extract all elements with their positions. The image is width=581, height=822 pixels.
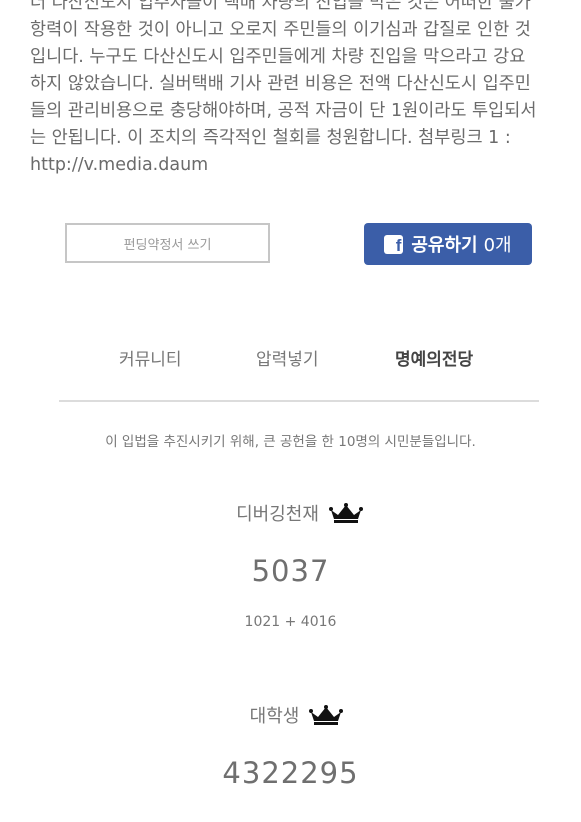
- petition-line: 들의 관리비용으로 충당해야하며, 공적 자금이 단 1원이라도 투입되서: [30, 101, 537, 121]
- entry-name-row: 대학생: [0, 702, 581, 728]
- facebook-share-button[interactable]: f 공유하기 0개: [364, 223, 532, 265]
- write-pledge-button[interactable]: 펀딩약정서 쓰기: [65, 223, 270, 263]
- entry-score: 5037: [251, 554, 330, 588]
- write-pledge-label: 펀딩약정서 쓰기: [123, 237, 212, 253]
- petition-line: 는 안됩니다. 이 조치의 즉각적인 철회를 청원합니다. 첨부링크 1 :: [30, 128, 511, 148]
- section-tabs: 커뮤니티 압력넣기 명예의전당: [59, 340, 539, 402]
- entry-name: 디버깅천재: [236, 504, 319, 525]
- tab-pressure[interactable]: 압력넣기: [256, 345, 319, 370]
- hall-of-fame-entry: 디버깅천재 5037 1021 + 4016: [0, 500, 581, 630]
- entry-name-row: 디버깅천재: [0, 500, 581, 526]
- petition-line: 하지 않았습니다. 실버택배 기사 관련 비용은 전액 다산신도시 입주민: [30, 74, 531, 94]
- petition-line: 더 다산신도시 입주자들이 택배 차량의 진입을 막은 것은 어떠한 불가: [30, 0, 531, 13]
- facebook-icon: f: [384, 234, 404, 254]
- petition-line: 항력이 작용한 것이 아니고 오로지 주민들의 이기심과 갑질로 인한 것: [30, 20, 531, 40]
- share-count: 0개: [483, 235, 512, 256]
- petition-link-line[interactable]: http://v.media.daum: [30, 152, 565, 179]
- crown-icon: [328, 503, 363, 523]
- entry-name: 대학생: [249, 706, 300, 727]
- tab-hall-of-fame[interactable]: 명예의전당: [395, 345, 473, 370]
- entry-score: 4322295: [222, 756, 359, 790]
- action-row: 펀딩약정서 쓰기 f 공유하기 0개: [0, 223, 581, 267]
- hall-of-fame-entry: 대학생 4322295: [0, 702, 581, 790]
- crown-icon: [309, 705, 344, 725]
- share-label: 공유하기: [411, 235, 478, 256]
- petition-line: 입니다. 누구도 다산신도시 입주민들에게 차량 진입을 막으라고 강요: [30, 47, 526, 67]
- entry-score-breakdown: 1021 + 4016: [244, 614, 337, 630]
- tab-community[interactable]: 커뮤니티: [119, 345, 182, 370]
- hall-of-fame-intro: 이 입법을 추진시키기 위해, 큰 공헌을 한 10명의 시민분들입니다.: [105, 434, 476, 450]
- petition-body: 더 다산신도시 입주자들이 택배 차량의 진입을 막은 것은 어떠한 불가 항력…: [30, 0, 565, 179]
